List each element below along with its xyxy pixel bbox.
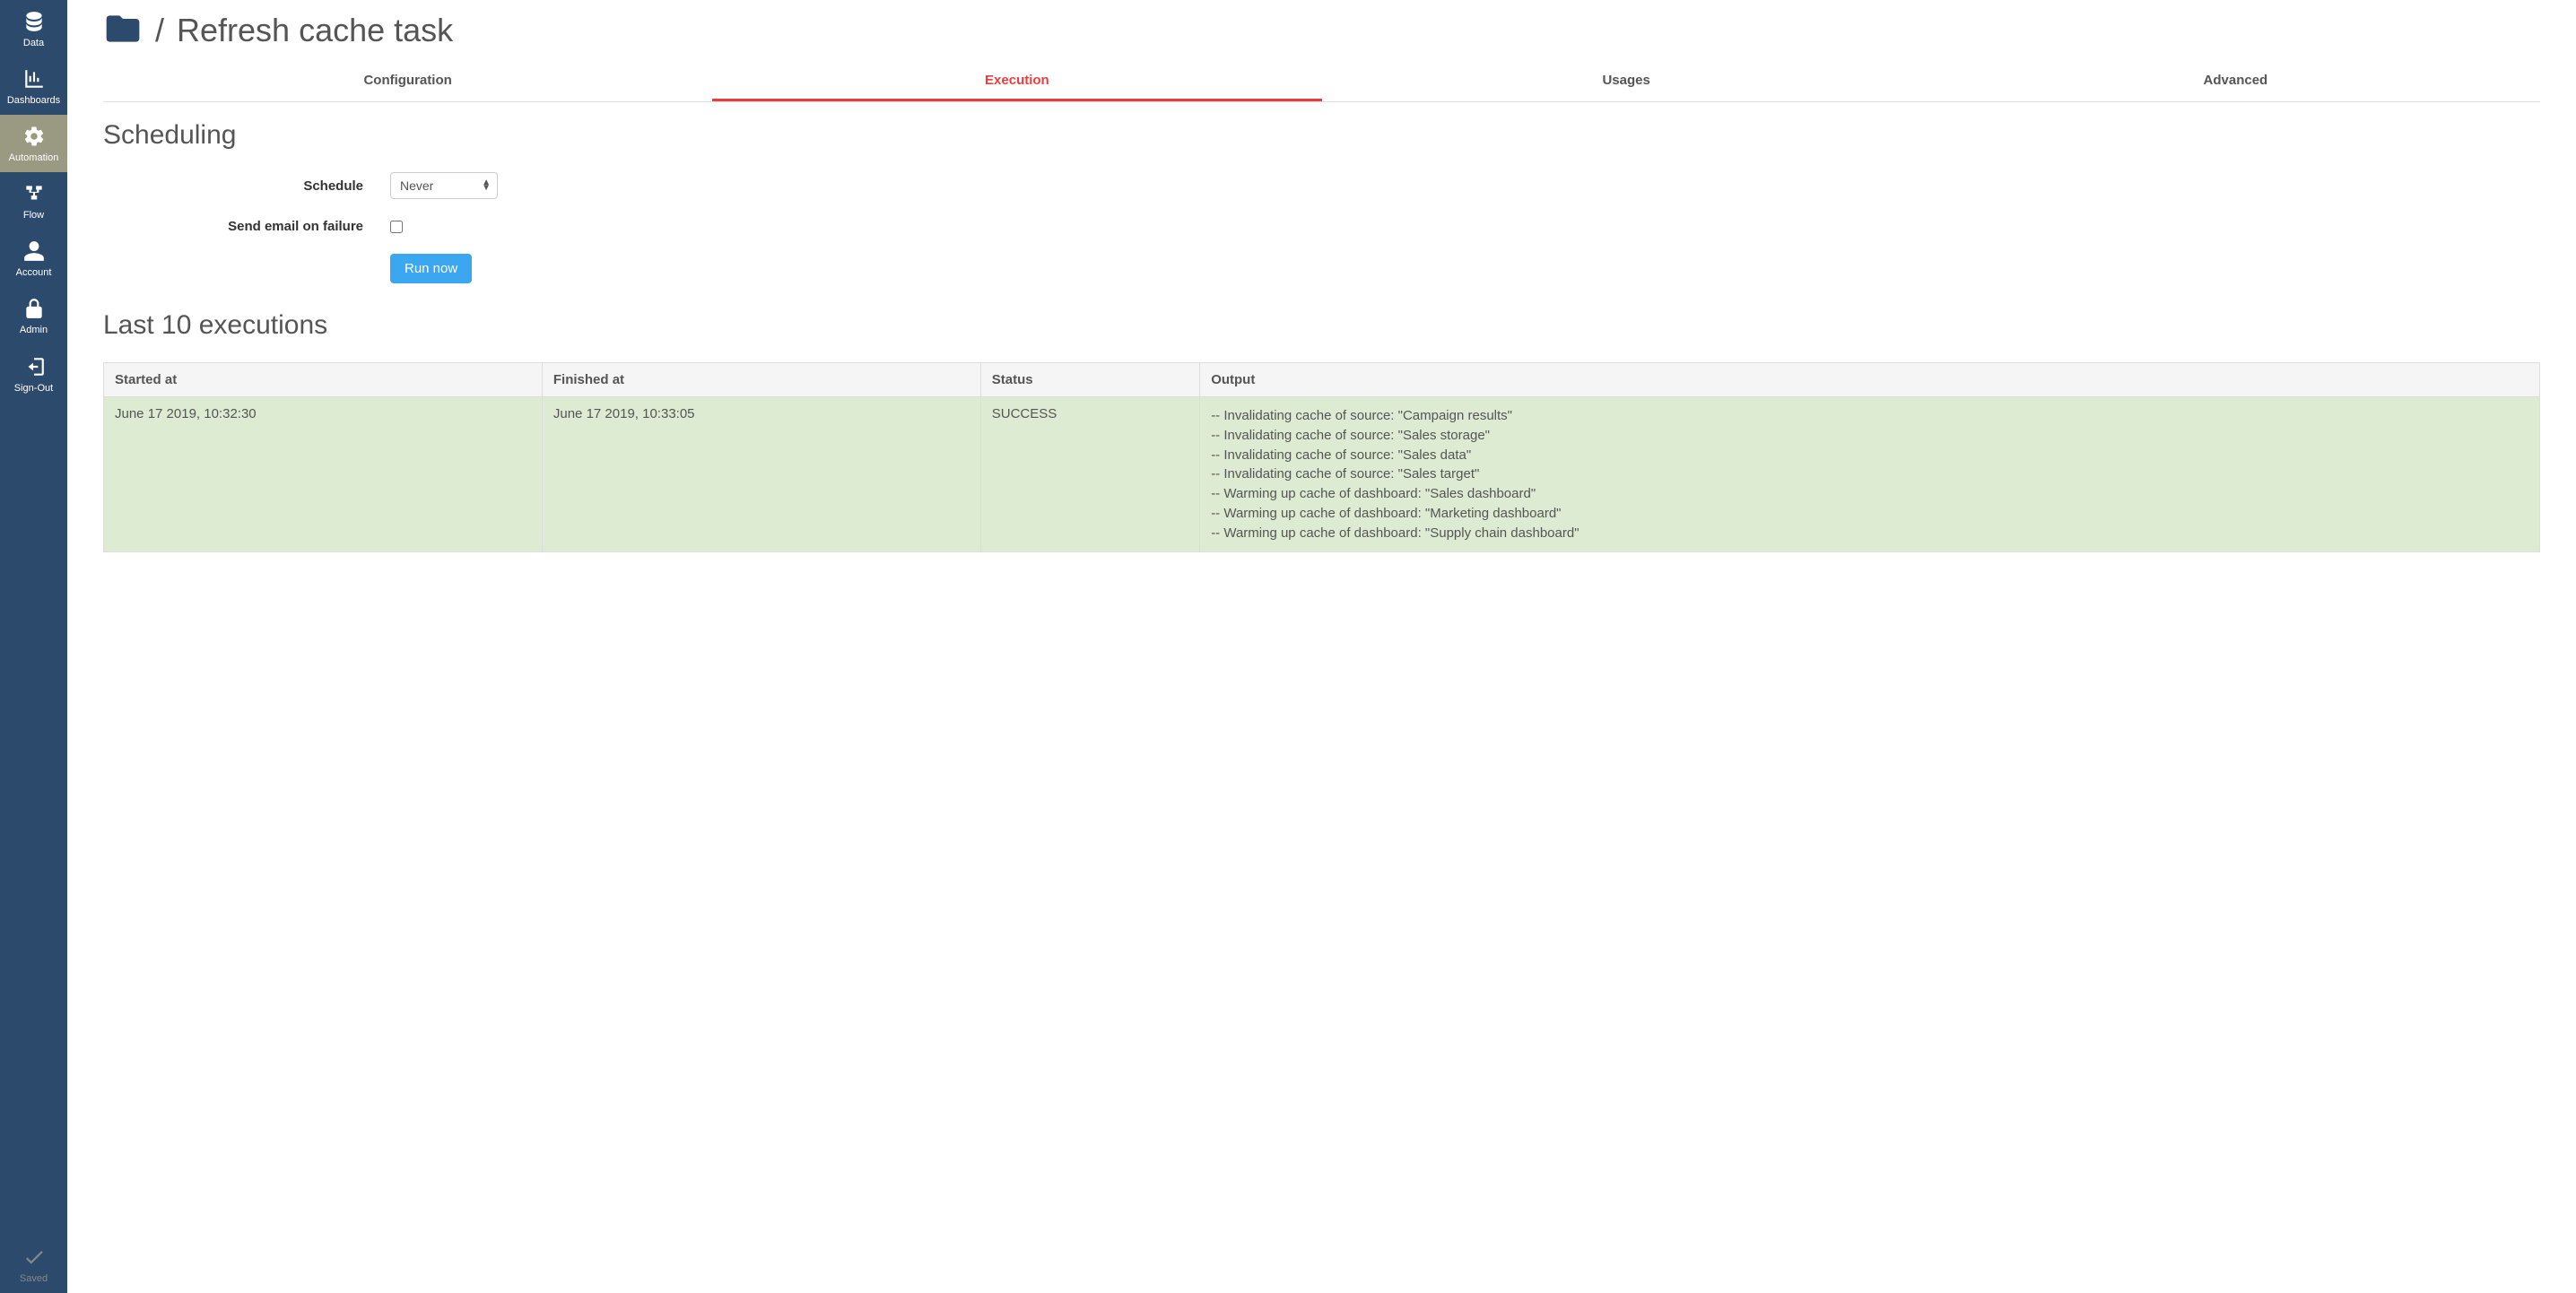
table-row: June 17 2019, 10:32:30June 17 2019, 10:3…: [104, 397, 2540, 552]
col-status: Status: [980, 363, 1199, 397]
cell-finished: June 17 2019, 10:33:05: [542, 397, 980, 552]
tab-usages[interactable]: Usages: [1322, 62, 1931, 101]
cell-started: June 17 2019, 10:32:30: [104, 397, 543, 552]
sidebar-item-dashboards[interactable]: Dashboards: [0, 57, 67, 115]
database-icon: [22, 9, 47, 34]
flow-icon: [22, 181, 47, 206]
email-on-failure-checkbox[interactable]: [390, 221, 403, 233]
sidebar-item-automation[interactable]: Automation: [0, 115, 67, 172]
email-label: Send email on failure: [103, 219, 390, 234]
sidebar-item-label: Saved: [20, 1273, 48, 1284]
output-line: -- Warming up cache of dashboard: "Suppl…: [1211, 524, 2528, 543]
user-icon: [22, 239, 47, 264]
sidebar-item-label: Flow: [23, 210, 44, 221]
lock-icon: [22, 296, 47, 321]
scheduling-heading: Scheduling: [103, 120, 2540, 151]
breadcrumb-separator: /: [155, 12, 164, 49]
sidebar-item-flow[interactable]: Flow: [0, 172, 67, 230]
schedule-row: Schedule Never ▲▼: [103, 172, 2540, 199]
sidebar-item-saved: Saved: [0, 1236, 67, 1293]
main-content: / Refresh cache task Configuration Execu…: [67, 0, 2576, 1293]
cell-output: -- Invalidating cache of source: "Campai…: [1200, 397, 2540, 552]
sidebar-item-label: Admin: [20, 325, 48, 335]
sidebar-item-label: Sign-Out: [14, 383, 53, 394]
sidebar: Data Dashboards Automation Flow: [0, 0, 67, 1293]
output-line: -- Invalidating cache of source: "Sales …: [1211, 426, 2528, 446]
sidebar-item-label: Data: [23, 38, 44, 48]
page-header: / Refresh cache task: [103, 9, 2540, 51]
chart-icon: [22, 66, 47, 91]
tab-advanced[interactable]: Advanced: [1931, 62, 2540, 101]
page-title: Refresh cache task: [177, 12, 453, 49]
output-line: -- Warming up cache of dashboard: "Sales…: [1211, 484, 2528, 504]
tab-execution[interactable]: Execution: [712, 62, 1321, 101]
sidebar-item-label: Account: [16, 267, 52, 278]
sidebar-item-account[interactable]: Account: [0, 230, 67, 287]
check-icon: [22, 1245, 47, 1270]
signout-icon: [22, 354, 47, 379]
sidebar-item-signout[interactable]: Sign-Out: [0, 345, 67, 403]
output-line: -- Invalidating cache of source: "Sales …: [1211, 446, 2528, 465]
sidebar-item-label: Automation: [9, 152, 59, 163]
tab-configuration[interactable]: Configuration: [103, 62, 712, 101]
executions-heading: Last 10 executions: [103, 310, 2540, 341]
col-started: Started at: [104, 363, 543, 397]
folder-icon[interactable]: [103, 9, 143, 51]
col-finished: Finished at: [542, 363, 980, 397]
output-line: -- Invalidating cache of source: "Sales …: [1211, 464, 2528, 484]
col-output: Output: [1200, 363, 2540, 397]
sidebar-item-label: Dashboards: [7, 95, 60, 106]
output-line: -- Invalidating cache of source: "Campai…: [1211, 406, 2528, 426]
schedule-label: Schedule: [103, 178, 390, 194]
email-row: Send email on failure: [103, 219, 2540, 234]
tabs: Configuration Execution Usages Advanced: [103, 62, 2540, 102]
executions-table: Started at Finished at Status Output Jun…: [103, 362, 2540, 552]
sidebar-item-admin[interactable]: Admin: [0, 287, 67, 344]
cell-status: SUCCESS: [980, 397, 1199, 552]
sidebar-item-data[interactable]: Data: [0, 0, 67, 57]
run-now-button[interactable]: Run now: [390, 254, 472, 283]
gears-icon: [22, 124, 47, 149]
schedule-select[interactable]: Never: [390, 172, 498, 199]
output-line: -- Warming up cache of dashboard: "Marke…: [1211, 504, 2528, 524]
